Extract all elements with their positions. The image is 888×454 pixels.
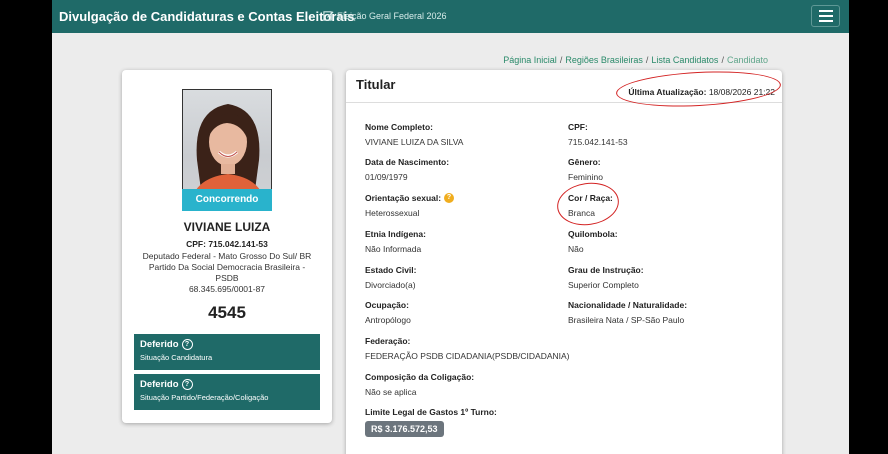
details-header: Titular Última Atualização: 18/08/2026 2…: [346, 70, 782, 103]
edit-icon: [323, 11, 334, 21]
election-label: Eleição Geral Federal 2026: [337, 10, 447, 21]
field-coalition: Composição da Coligação: Não se aplica: [365, 372, 475, 397]
party-line: Partido Da Social Democracia Brasileira …: [148, 262, 306, 272]
field-birth-date: Data de Nascimento: 01/09/1979: [365, 157, 450, 182]
party-acronym: PSDB: [215, 273, 239, 283]
candidate-number: 4545: [208, 303, 246, 322]
situation-party-status: Deferido: [140, 379, 179, 390]
app-screen: Divulgação de Candidaturas e Contas Elei…: [52, 0, 849, 454]
details-title: Titular: [356, 77, 396, 92]
field-spending-limit: Limite Legal de Gastos 1º Turno: R$ 3.17…: [365, 407, 497, 437]
spending-limit-badge: R$ 3.176.572,53: [365, 421, 444, 437]
candidate-office: Deputado Federal - Mato Grosso Do Sul/ B…: [132, 251, 322, 295]
field-cpf: CPF: 715.042.141-53: [568, 122, 628, 147]
situation-candidacy: Deferido ? Situação Candidatura: [134, 334, 320, 370]
situation-candidacy-label: Situação Candidatura: [140, 353, 213, 362]
hamburger-menu-button[interactable]: [811, 5, 840, 27]
breadcrumb-candidate-list[interactable]: Lista Candidatos: [651, 55, 718, 65]
field-sexual-orientation: Orientação sexual: ? Heterossexual: [365, 193, 455, 218]
situation-candidacy-status: Deferido: [140, 339, 179, 350]
candidate-name: VIVIANE LUIZA: [183, 220, 271, 234]
app-title[interactable]: Divulgação de Candidaturas e Contas Elei…: [59, 9, 354, 24]
last-update-value: 18/08/2026 21:22: [708, 87, 775, 97]
breadcrumb-home[interactable]: Página Inicial: [503, 55, 557, 65]
info-icon[interactable]: ?: [444, 193, 455, 203]
field-gender: Gênero: Feminino: [568, 157, 603, 182]
field-race: Cor / Raça: Branca: [568, 193, 613, 218]
office-line: Deputado Federal - Mato Grosso Do Sul/ B…: [142, 251, 312, 261]
status-tag: Concorrendo: [182, 189, 272, 211]
last-update: Última Atualização: 18/08/2026 21:22: [628, 87, 775, 97]
top-navbar: Divulgação de Candidaturas e Contas Elei…: [52, 0, 849, 33]
breadcrumb-regions[interactable]: Regiões Brasileiras: [565, 55, 643, 65]
field-federation: Federação: FEDERAÇÃO PSDB CIDADANIA(PSDB…: [365, 336, 570, 361]
breadcrumb-current: Candidato: [726, 55, 768, 65]
help-icon[interactable]: ?: [181, 379, 193, 390]
candidate-details-card: Titular Última Atualização: 18/08/2026 2…: [346, 70, 782, 454]
situation-party: Deferido ? Situação Partido/Federação/Co…: [134, 374, 320, 410]
breadcrumb: Página Inicial / Regiões Brasileiras / Lista…: [503, 55, 768, 65]
election-selector[interactable]: Eleição Geral Federal 2026: [323, 10, 447, 21]
hamburger-menu-icon: [818, 10, 833, 12]
field-quilombola: Quilombola: Não: [568, 229, 618, 254]
field-indigenous-ethnicity: Etnia Indígena: Não Informada: [365, 229, 426, 254]
last-update-label: Última Atualização:: [628, 87, 707, 97]
field-nationality: Nacionalidade / Naturalidade: Brasileira…: [568, 300, 688, 325]
candidate-summary-card: Concorrendo VIVIANE LUIZA CPF: 715.042.1…: [122, 70, 332, 423]
candidate-cpf: CPF: 715.042.141-53: [186, 239, 268, 249]
situation-party-label: Situação Partido/Federação/Coligação: [140, 393, 269, 402]
field-marital-status: Estado Civil: Divorciado(a): [365, 265, 417, 290]
help-icon[interactable]: ?: [181, 339, 193, 350]
field-full-name: Nome Completo: VIVIANE LUIZA DA SILVA: [365, 122, 464, 147]
field-occupation: Ocupação: Antropólogo: [365, 300, 411, 325]
party-cnpj: 68.345.695/0001-87: [188, 284, 266, 294]
field-education: Grau de Instrução: Superior Completo: [568, 265, 644, 290]
